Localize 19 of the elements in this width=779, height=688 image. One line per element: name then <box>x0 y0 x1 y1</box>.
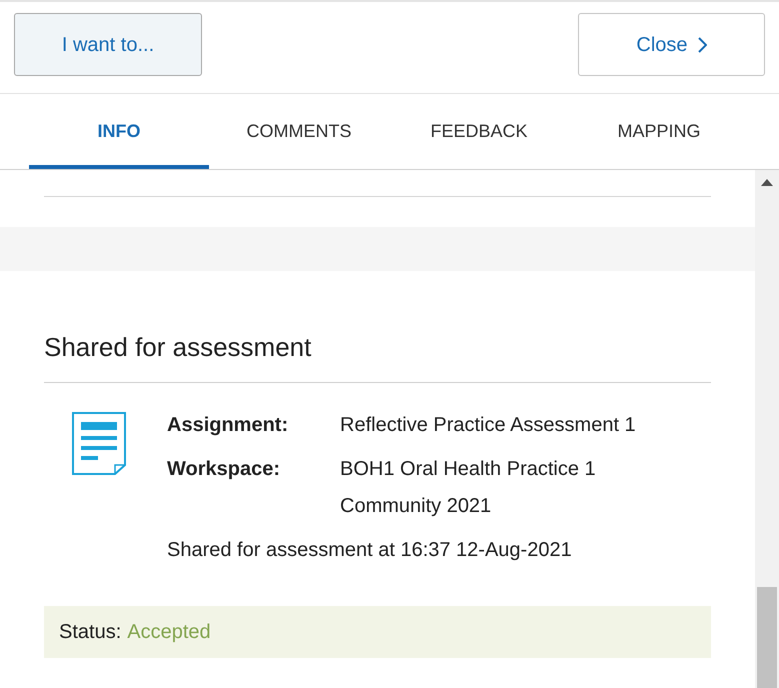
status-value: Accepted <box>127 620 211 645</box>
tab[interactable]: INFO <box>29 94 209 169</box>
tab[interactable]: COMMENTS <box>209 94 389 169</box>
scroll-up-arrow-icon[interactable] <box>761 179 773 186</box>
close-button[interactable]: Close <box>578 13 765 76</box>
tab[interactable]: MAPPING <box>569 94 749 169</box>
field-label: Assignment: <box>167 413 288 438</box>
shared-note: Shared for assessment at 16:37 12-Aug-2021 <box>167 538 572 563</box>
section-title: Shared for assessment <box>44 332 312 362</box>
chevron-right-icon <box>698 36 707 52</box>
scrollbar-thumb[interactable] <box>757 587 777 688</box>
tab[interactable]: FEEDBACK <box>389 94 569 169</box>
status-label: Status: <box>59 620 122 645</box>
field-value: Reflective Practice Assessment 1 <box>340 413 637 438</box>
menu-button[interactable]: I want to... <box>14 13 202 76</box>
document-icon <box>72 412 126 475</box>
field-value: BOH1 Oral Health Practice 1 Community 2021 <box>340 457 597 519</box>
field-label: Workspace: <box>167 457 280 482</box>
scrollbar[interactable] <box>755 170 779 688</box>
